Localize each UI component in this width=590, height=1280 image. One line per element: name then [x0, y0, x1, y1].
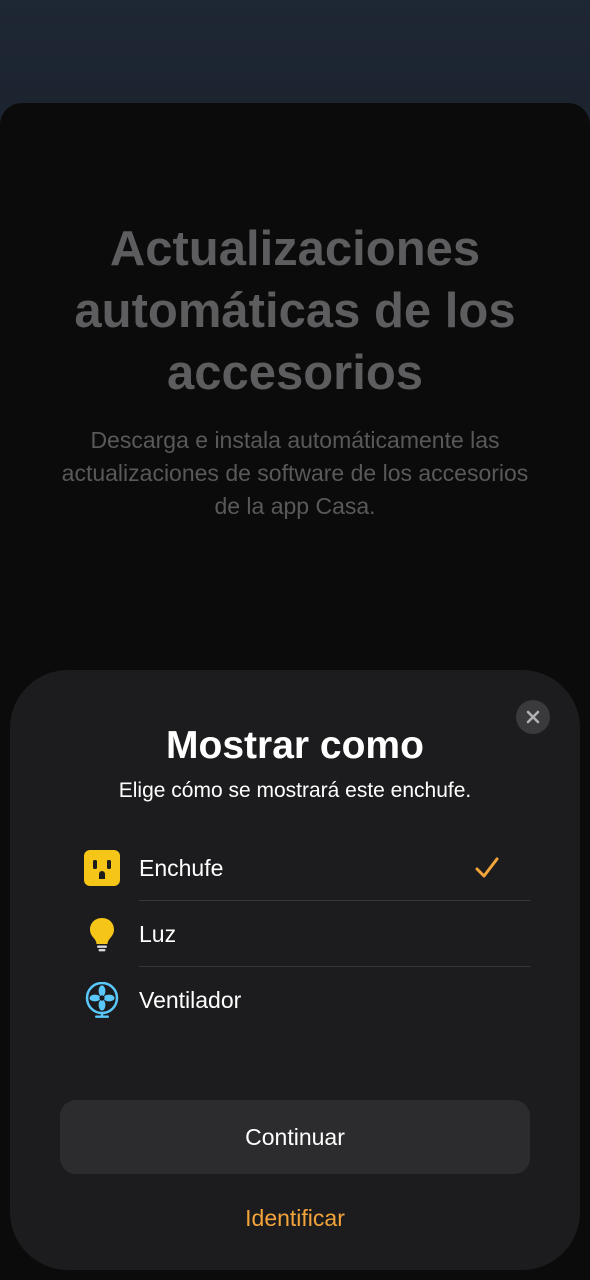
option-fan[interactable]: Ventilador — [80, 967, 530, 1033]
checkmark-icon — [474, 855, 500, 881]
option-light[interactable]: Luz — [80, 901, 530, 967]
background-title: Actualizaciones automáticas de los acces… — [74, 222, 516, 400]
outlet-icon — [84, 850, 120, 886]
option-label: Enchufe — [139, 855, 224, 881]
option-label: Luz — [139, 921, 177, 947]
modal-subtitle: Elige cómo se mostrará este enchufe. — [118, 779, 472, 802]
fan-icon — [84, 981, 120, 1018]
option-outlet[interactable]: Enchufe — [80, 835, 530, 901]
modal-title: Mostrar como — [166, 724, 424, 767]
option-label: Ventilador — [139, 987, 242, 1013]
lightbulb-icon — [84, 916, 120, 952]
display-as-modal: Mostrar como Elige cómo se mostrará este… — [10, 670, 580, 1270]
display-options-list: Enchufe Luz Ventilador — [80, 835, 530, 1033]
background-description: Descarga e instala automáticamente las a… — [61, 427, 529, 519]
identify-button[interactable]: Identificar — [10, 1200, 580, 1236]
continue-button[interactable]: Continuar — [60, 1100, 530, 1174]
